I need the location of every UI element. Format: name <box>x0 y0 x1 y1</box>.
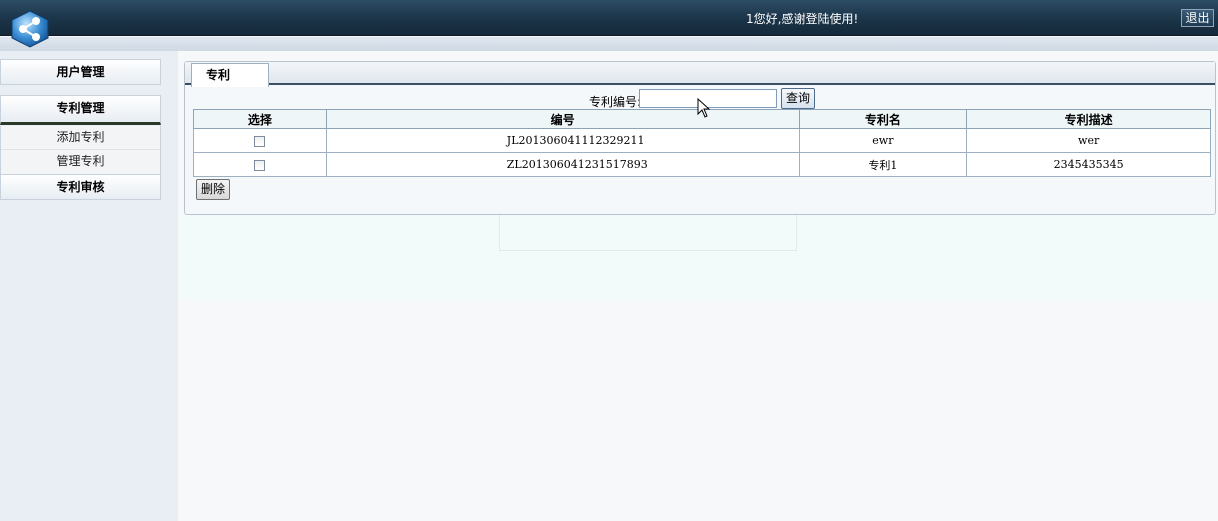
logo-icon <box>11 10 49 48</box>
table-row: JL201306041112329211 ewr wer <box>193 128 1211 153</box>
row-name: ewr <box>798 128 968 153</box>
mouse-cursor-icon <box>697 98 711 118</box>
submenu-item-add-patent[interactable]: 添加专利 <box>1 126 160 149</box>
search-button[interactable]: 查询 <box>781 88 815 109</box>
patent-panel: 专利 专利编号: 查询 选择 编号 专利名 专利描述 JL20130604111… <box>184 61 1216 215</box>
tab-strip: 专利 <box>185 62 1215 87</box>
top-bar: 1您好,感谢登陆使用! 退出 <box>0 0 1218 36</box>
column-header-code: 编号 <box>325 109 800 129</box>
row-code: ZL201306041231517893 <box>325 152 800 177</box>
sidebar-item-patent-review[interactable]: 专利审核 <box>0 174 161 200</box>
logout-button[interactable]: 退出 <box>1181 9 1214 27</box>
patent-table: 选择 编号 专利名 专利描述 JL201306041112329211 ewr … <box>193 109 1211 177</box>
column-header-select: 选择 <box>193 109 327 129</box>
sidebar-submenu: 添加专利 管理专利 <box>0 126 161 174</box>
tab-patent[interactable]: 专利 <box>191 63 269 87</box>
row-description: wer <box>966 128 1211 153</box>
delete-button[interactable]: 删除 <box>196 179 230 200</box>
submenu-item-manage-patent[interactable]: 管理专利 <box>1 149 160 172</box>
header-subbar <box>0 37 1218 51</box>
row-select-cell <box>193 128 327 153</box>
sidebar-item-patent-management[interactable]: 专利管理 <box>0 95 161 125</box>
row-name: 专利1 <box>798 152 968 177</box>
table-row: ZL201306041231517893 专利1 2345435345 <box>193 152 1211 177</box>
row-code: JL201306041112329211 <box>325 128 800 153</box>
greeting-text: 1您好,感谢登陆使用! <box>746 12 859 26</box>
row-checkbox[interactable] <box>254 159 266 171</box>
row-select-cell <box>193 152 327 177</box>
search-label: 专利编号: <box>589 95 642 109</box>
sidebar-item-user-management[interactable]: 用户管理 <box>0 59 161 85</box>
column-header-name: 专利名 <box>798 109 968 129</box>
column-header-description: 专利描述 <box>966 109 1211 129</box>
row-checkbox[interactable] <box>254 135 266 147</box>
row-description: 2345435345 <box>966 152 1211 177</box>
